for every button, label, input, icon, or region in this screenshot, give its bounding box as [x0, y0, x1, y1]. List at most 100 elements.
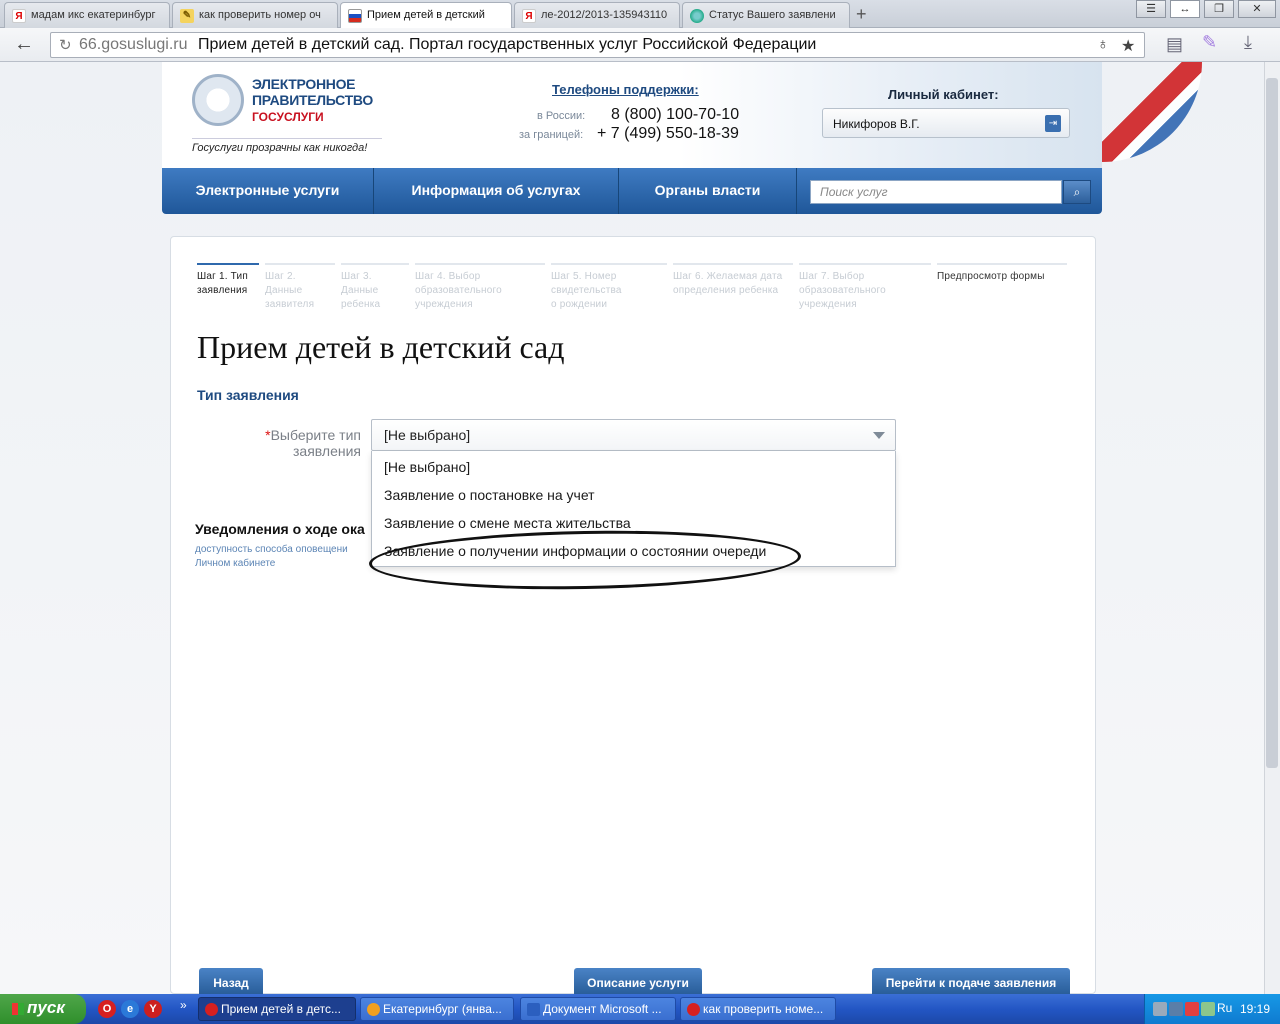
- wizard-steps: Шаг 1. Тип заявления Шаг 2. Данные заяви…: [197, 263, 1067, 313]
- step-label: свидетельства: [551, 285, 622, 296]
- personal-cabinet-user[interactable]: Никифоров В.Г. ⇥: [822, 108, 1070, 138]
- cabinet-user-name: Никифоров В.Г.: [833, 117, 920, 131]
- browser-toolbar: ← ↻ 66.gosuslugi.ru Прием детей в детски…: [0, 28, 1280, 62]
- step-label: Шаг 4. Выбор: [415, 271, 481, 282]
- yandex-browser-icon: [205, 1003, 218, 1016]
- application-type-select[interactable]: [Не выбрано]: [371, 419, 896, 451]
- service-search-input[interactable]: Поиск услуг: [810, 180, 1062, 204]
- step-label: Данные: [341, 285, 379, 296]
- step-label: заявления: [197, 285, 248, 296]
- internet-explorer-icon[interactable]: e: [121, 1000, 139, 1018]
- network-icon[interactable]: [1185, 1002, 1199, 1016]
- step-5: Шаг 5. Номер свидетельства о рождении: [551, 263, 667, 312]
- taskbar-item-label: Екатеринбург (янва...: [383, 1002, 502, 1016]
- tab-label: ле-2012/2013-135943110: [541, 9, 668, 21]
- restore-window-icon[interactable]: ❐: [1204, 0, 1234, 18]
- yandex-icon: Я: [522, 9, 536, 23]
- step-label: Шаг 5. Номер: [551, 271, 617, 282]
- step-label: Шаг 6. Желаемая дата: [673, 271, 783, 282]
- start-button[interactable]: пуск: [0, 994, 86, 1024]
- phone-russia-number: 8 (800) 100-70-10: [611, 106, 740, 123]
- address-bar[interactable]: ↻ 66.gosuslugi.ru Прием детей в детский …: [50, 32, 1145, 58]
- language-indicator[interactable]: Ru: [1217, 1001, 1232, 1015]
- step-1[interactable]: Шаг 1. Тип заявления: [197, 263, 259, 298]
- nav-services-info[interactable]: Информация об услугах: [374, 168, 619, 214]
- tray-arrow-icon[interactable]: [1153, 1002, 1167, 1016]
- page-title: Прием детей в детский сад: [197, 329, 565, 365]
- nav-authorities[interactable]: Органы власти: [619, 168, 797, 214]
- section-title: Тип заявления: [197, 387, 299, 403]
- phone-abroad-label: за границей:: [519, 129, 584, 141]
- step-label: учреждения: [799, 299, 857, 310]
- select-value: [Не выбрано]: [384, 427, 471, 443]
- gosuslugi-logo-icon[interactable]: [192, 74, 244, 126]
- step-2: Шаг 2. Данные заявителя: [265, 263, 335, 312]
- option-change-residence[interactable]: Заявление о смене места жительства: [384, 515, 631, 531]
- back-arrow-icon[interactable]: ←: [14, 33, 34, 56]
- personal-cabinet-title: Личный кабинет:: [888, 87, 999, 102]
- step-label: образовательного: [799, 285, 886, 296]
- notifications-title: Уведомления о ходе ока: [195, 521, 365, 537]
- logo-text[interactable]: ЭЛЕКТРОННОЕ ПРАВИТЕЛЬСТВО: [252, 76, 373, 108]
- tab-label: как проверить номер оч: [199, 9, 321, 21]
- taskbar-item[interactable]: Прием детей в детс...: [198, 997, 356, 1021]
- star-bookmark-icon[interactable]: ★: [1121, 36, 1135, 56]
- search-icon[interactable]: ⌕: [1063, 180, 1091, 204]
- logo-line-3: ГОСУСЛУГИ: [252, 110, 324, 124]
- inbox-icon[interactable]: ▤: [1166, 34, 1183, 55]
- browser-tab[interactable]: Я мадам икс екатеринбург: [4, 2, 170, 28]
- resize-icon[interactable]: ↔: [1170, 0, 1200, 18]
- step-3: Шаг 3. Данные ребенка: [341, 263, 409, 312]
- application-type-label: *Выберите тип заявления: [241, 427, 361, 459]
- step-label: ребенка: [341, 299, 381, 310]
- nav-electronic-services[interactable]: Электронные услуги: [162, 168, 374, 214]
- option-registration[interactable]: Заявление о постановке на учет: [384, 487, 595, 503]
- sync-icon[interactable]: [1201, 1002, 1215, 1016]
- reload-icon[interactable]: ↻: [59, 36, 72, 54]
- page-viewport: ЭЛЕКТРОННОЕ ПРАВИТЕЛЬСТВО ГОСУСЛУГИ Госу…: [0, 62, 1264, 994]
- browser-tab-active[interactable]: Прием детей в детский: [340, 2, 512, 29]
- taskbar-item-label: Документ Microsoft ...: [543, 1002, 662, 1016]
- logout-icon[interactable]: ⇥: [1045, 115, 1061, 132]
- field-label-line: заявления: [293, 443, 361, 459]
- yandex-icon: Я: [12, 9, 26, 23]
- browser-tab[interactable]: Статус Вашего заявлени: [682, 2, 850, 28]
- taskbar-item-label: Прием детей в детс...: [221, 1002, 341, 1016]
- hint-line: доступность способа оповещени: [195, 544, 348, 555]
- tab-label: мадам икс екатеринбург: [31, 9, 156, 21]
- tab-label: Статус Вашего заявлени: [709, 9, 836, 21]
- address-domain: 66.gosuslugi.ru: [79, 36, 188, 53]
- firefox-icon: [367, 1003, 380, 1016]
- support-phones-title[interactable]: Телефоны поддержки:: [552, 82, 699, 97]
- taskbar-item[interactable]: Документ Microsoft ...: [520, 997, 676, 1021]
- hint-line[interactable]: Личном кабинете: [195, 557, 348, 571]
- lightbulb-icon[interactable]: ♁: [1097, 36, 1109, 54]
- taskbar-item[interactable]: Екатеринбург (янва...: [360, 997, 514, 1021]
- address-page-title: Прием детей в детский сад. Портал госуда…: [197, 36, 817, 53]
- menu-icon[interactable]: ☰: [1136, 0, 1166, 18]
- step-label: о рождении: [551, 299, 608, 310]
- more-chevron-icon[interactable]: »: [180, 998, 187, 1012]
- feather-icon[interactable]: ✎: [1202, 32, 1217, 53]
- steam-icon[interactable]: [1169, 1002, 1183, 1016]
- windows-taskbar: пуск O e Y » Прием детей в детс... Екате…: [0, 994, 1280, 1024]
- scrollbar-thumb[interactable]: [1266, 78, 1278, 768]
- close-window-icon[interactable]: ✕: [1238, 0, 1276, 18]
- new-tab-plus-icon[interactable]: +: [856, 4, 867, 25]
- taskbar-item[interactable]: как проверить номе...: [680, 997, 836, 1021]
- chevron-down-icon[interactable]: [873, 432, 885, 439]
- site-header: ЭЛЕКТРОННОЕ ПРАВИТЕЛЬСТВО ГОСУСЛУГИ Госу…: [162, 62, 1202, 168]
- proceed-to-application-button[interactable]: Перейти к подаче заявления: [872, 968, 1070, 994]
- browser-tab[interactable]: Я ле-2012/2013-135943110: [514, 2, 680, 28]
- step-preview: Предпросмотр формы: [937, 263, 1067, 284]
- opera-icon[interactable]: O: [98, 1000, 116, 1018]
- flag-swoosh-decoration: [1102, 62, 1202, 162]
- download-icon[interactable]: ⤓: [1244, 32, 1252, 53]
- browser-tab[interactable]: ✎ как проверить номер оч: [172, 2, 338, 28]
- service-description-button[interactable]: Описание услуги: [574, 968, 702, 994]
- russian-flag-icon: [348, 9, 362, 23]
- back-button[interactable]: Назад: [199, 968, 263, 994]
- yandex-browser-icon[interactable]: Y: [144, 1000, 162, 1018]
- field-label-line: Выберите тип: [270, 427, 361, 443]
- option-not-selected[interactable]: [Не выбрано]: [384, 459, 470, 475]
